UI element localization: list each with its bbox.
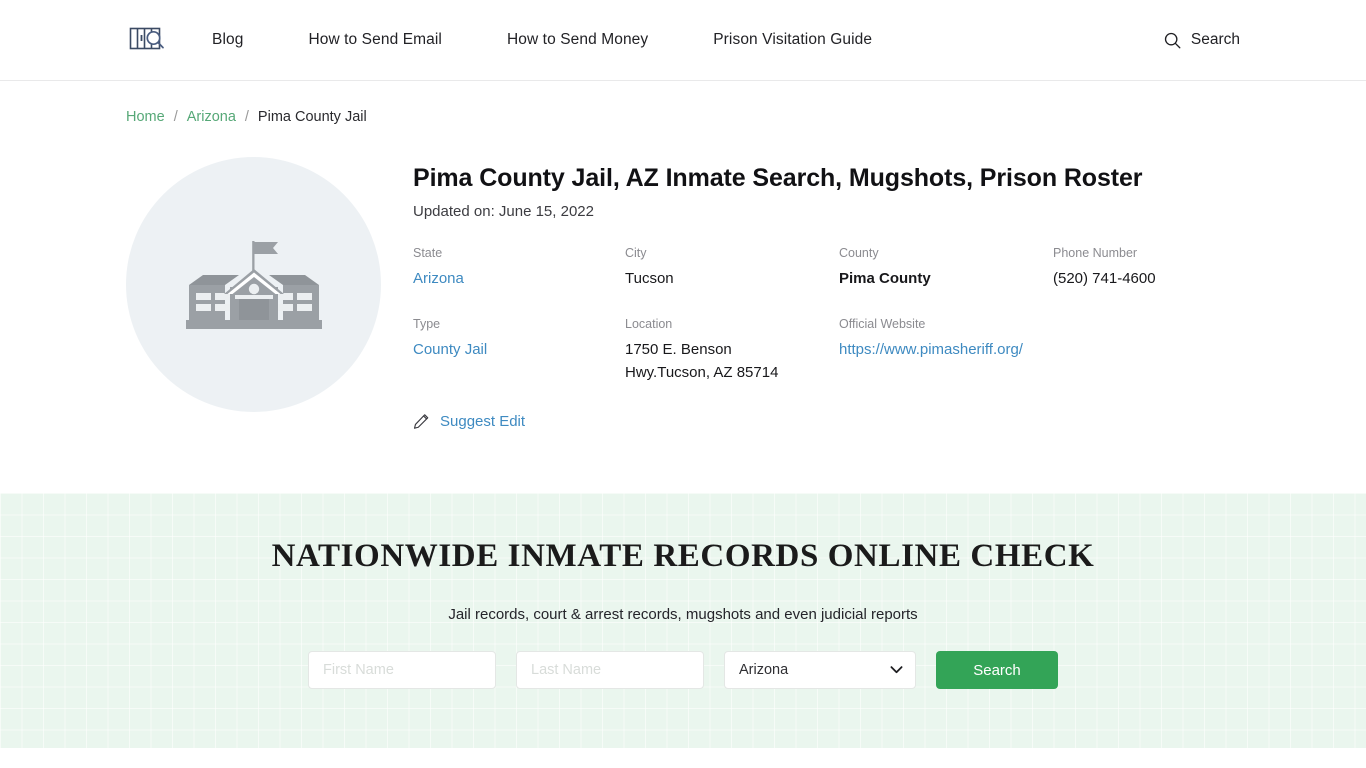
- meta-value-location: 1750 E. Benson Hwy.Tucson, AZ 85714: [625, 340, 779, 382]
- facility-details: Pima County Jail, AZ Inmate Search, Mugs…: [381, 157, 1283, 435]
- updated-date: Updated on: June 15, 2022: [413, 203, 594, 220]
- last-name-input[interactable]: [516, 651, 704, 689]
- suggest-edit-button[interactable]: Suggest Edit: [413, 413, 525, 430]
- nav-item-blog[interactable]: Blog: [212, 31, 243, 49]
- meta-value-county: Pima County: [839, 270, 931, 287]
- nav-item-how-to-send-money[interactable]: How to Send Money: [507, 31, 648, 49]
- meta-field-city: City Tucson: [625, 246, 839, 291]
- state-select[interactable]: Arizona: [724, 651, 916, 689]
- breadcrumb-separator: /: [173, 109, 178, 125]
- meta-field-location: Location 1750 E. Benson Hwy.Tucson, AZ 8…: [625, 317, 839, 385]
- nav-item-prison-visitation-guide[interactable]: Prison Visitation Guide: [713, 31, 872, 49]
- meta-label: City: [625, 246, 647, 260]
- meta-field-website: Official Website https://www.pimasheriff…: [839, 317, 1053, 385]
- meta-field-type: Type County Jail: [413, 317, 625, 385]
- site-header: Blog How to Send Email How to Send Money…: [0, 0, 1366, 81]
- header-search-label: Search: [1190, 31, 1240, 48]
- meta-value-website[interactable]: https://www.pimasheriff.org/: [839, 338, 1023, 362]
- meta-field-county: County Pima County: [839, 246, 1053, 291]
- pencil-icon: [413, 414, 429, 429]
- meta-label: Type: [413, 316, 441, 331]
- jail-bars-magnifier-logo-icon: [129, 27, 164, 50]
- suggest-edit-label: Suggest Edit: [440, 413, 526, 431]
- government-building-icon: [185, 241, 322, 329]
- meta-label: State: [413, 246, 443, 260]
- facility-section: Pima County Jail, AZ Inmate Search, Mugs…: [0, 125, 1366, 435]
- meta-field-empty: [1053, 317, 1283, 385]
- meta-value-phone: (520) 741-4600: [1053, 270, 1156, 287]
- first-name-input[interactable]: [308, 651, 496, 689]
- meta-value-state[interactable]: Arizona: [413, 267, 464, 291]
- breadcrumb-separator: /: [244, 109, 249, 125]
- meta-label: County: [839, 246, 879, 260]
- meta-label: Phone Number: [1053, 246, 1138, 260]
- page-title: Pima County Jail, AZ Inmate Search, Mugs…: [413, 164, 1143, 192]
- search-panel-subtitle: Jail records, court & arrest records, mu…: [448, 606, 918, 623]
- breadcrumb: Home / Arizona / Pima County Jail: [0, 81, 1366, 125]
- search-icon: [1164, 32, 1181, 48]
- meta-label: Location: [625, 316, 673, 331]
- main-navigation: Blog How to Send Email How to Send Money…: [212, 31, 1164, 49]
- search-panel-title: NATIONWIDE INMATE RECORDS ONLINE CHECK: [271, 538, 1095, 574]
- site-logo[interactable]: [126, 23, 172, 57]
- meta-value-city: Tucson: [625, 270, 674, 287]
- meta-field-state: State Arizona: [413, 246, 625, 291]
- breadcrumb-home[interactable]: Home: [126, 109, 165, 125]
- breadcrumb-arizona[interactable]: Arizona: [187, 109, 236, 125]
- facility-image: [126, 157, 381, 412]
- header-search-button[interactable]: Search: [1164, 31, 1240, 49]
- nationwide-search-panel: NATIONWIDE INMATE RECORDS ONLINE CHECK J…: [0, 493, 1366, 748]
- meta-value-type[interactable]: County Jail: [413, 338, 487, 362]
- nav-item-how-to-send-email[interactable]: How to Send Email: [308, 31, 442, 49]
- inmate-search-form: Arizona Search: [0, 651, 1366, 689]
- meta-label: Official Website: [839, 316, 926, 331]
- breadcrumb-current: Pima County Jail: [257, 109, 367, 125]
- state-select-wrapper: Arizona: [724, 651, 916, 689]
- meta-field-phone: Phone Number (520) 741-4600: [1053, 246, 1283, 291]
- search-submit-button[interactable]: Search: [936, 651, 1058, 689]
- facility-meta-grid: State Arizona City Tucson County Pima Co…: [413, 246, 1283, 385]
